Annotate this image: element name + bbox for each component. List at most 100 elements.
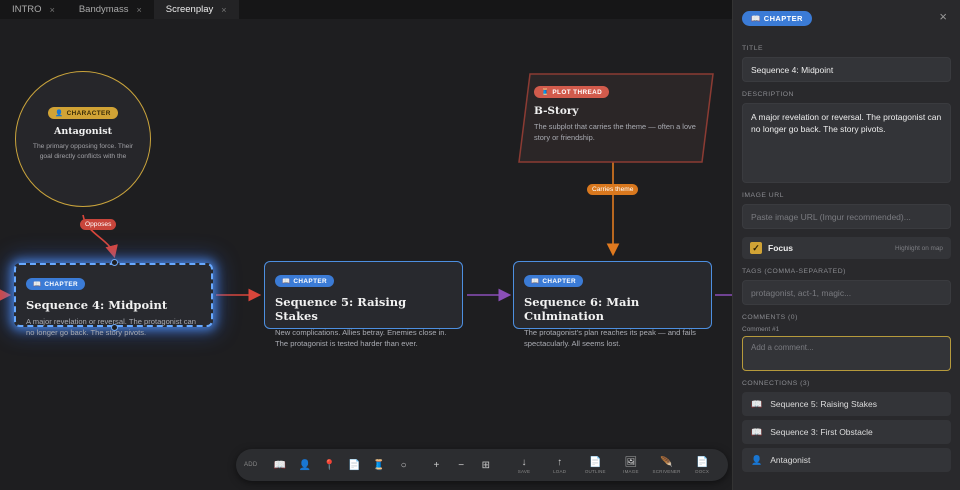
add-character-button[interactable]: 👤: [292, 453, 317, 477]
node-title: Sequence 4: Midpoint: [26, 298, 168, 312]
plus-icon: +: [433, 459, 440, 471]
tab-bandymass[interactable]: Bandymass ×: [67, 0, 154, 19]
node-b-story[interactable]: 🧵 PLOT THREAD B-Story The subplot that c…: [518, 73, 714, 163]
person-icon: 👤: [55, 110, 64, 117]
thread-icon: 🧵: [372, 459, 386, 471]
badge-label: CHAPTER: [542, 277, 577, 285]
close-icon[interactable]: ×: [221, 5, 226, 15]
close-icon[interactable]: ×: [136, 5, 141, 15]
scrivener-label: SCRIVENER: [652, 468, 681, 474]
image-export-button[interactable]: 🖼 IMAGE: [613, 453, 649, 477]
panel-header: 📖 CHAPTER ×: [742, 0, 951, 36]
story-map-canvas[interactable]: Opposes Carries theme 👤 CHARACTER Antago…: [0, 19, 732, 490]
add-plot-thread-button[interactable]: 🧵: [367, 453, 392, 477]
close-icon[interactable]: ×: [50, 5, 55, 15]
upload-icon: ↑: [557, 456, 563, 468]
connection-handle-top[interactable]: [111, 259, 118, 266]
circle-icon: ○: [400, 459, 407, 471]
node-sequence-5[interactable]: 📖 CHAPTER Sequence 5: Raising Stakes New…: [264, 261, 463, 348]
comment-input[interactable]: Add a comment...: [742, 336, 951, 371]
node-title: Sequence 5: Raising Stakes: [275, 295, 407, 323]
description-label: DESCRIPTION: [742, 91, 794, 98]
quill-icon: 🪶: [660, 456, 673, 468]
title-label: TITLE: [742, 45, 764, 52]
connection-label: Antagonist: [770, 455, 811, 465]
character-badge: 👤 CHARACTER: [48, 107, 118, 119]
save-label: SAVE: [517, 468, 531, 474]
download-icon: ↓: [521, 456, 527, 468]
image-label: IMAGE: [623, 468, 639, 474]
outline-button[interactable]: 📄 OUTLINE: [577, 453, 613, 477]
book-icon: 📖: [751, 398, 763, 409]
add-circle-button[interactable]: ○: [391, 453, 416, 477]
connection-item[interactable]: 👤 Antagonist: [742, 448, 951, 472]
tab-intro[interactable]: INTRO ×: [0, 0, 67, 19]
load-label: LOAD: [553, 468, 567, 474]
zoom-in-button[interactable]: +: [424, 453, 449, 477]
panel-type-badge: 📖 CHAPTER: [742, 10, 812, 26]
tab-screenplay[interactable]: Screenplay ×: [153, 0, 239, 19]
node-description: The subplot that carries the theme — oft…: [534, 122, 696, 142]
tab-label: Screenplay: [165, 4, 214, 15]
image-url-input[interactable]: Paste image URL (Imgur recommended)...: [742, 204, 951, 229]
badge-label: CHAPTER: [293, 277, 328, 285]
book-icon: 📖: [751, 426, 763, 437]
document-icon: 📄: [589, 456, 602, 468]
book-icon: 📖: [273, 459, 287, 471]
book-icon: 📖: [282, 278, 291, 285]
thread-icon: 🧵: [541, 89, 550, 96]
connection-label: Sequence 3: First Obstacle: [770, 427, 873, 437]
connection-item[interactable]: 📖 Sequence 5: Raising Stakes: [742, 392, 951, 416]
add-label: ADD: [244, 462, 258, 468]
plot-thread-badge: 🧵 PLOT THREAD: [534, 86, 610, 98]
title-input[interactable]: Sequence 4: Midpoint: [742, 57, 951, 82]
person-icon: 👤: [298, 459, 311, 471]
edge-label-carries-theme: Carries theme: [587, 184, 639, 195]
docx-export-button[interactable]: 📄 DOCX: [684, 453, 720, 477]
load-button[interactable]: ↑ LOAD: [542, 453, 578, 477]
connection-handle-bottom[interactable]: [111, 324, 118, 331]
badge-label: PLOT THREAD: [552, 88, 603, 96]
fit-view-button[interactable]: ⊞: [474, 453, 499, 477]
node-description: New complications. Allies betray. Enemie…: [275, 328, 447, 348]
scrivener-export-button[interactable]: 🪶 SCRIVENER: [649, 453, 685, 477]
connection-label: Sequence 5: Raising Stakes: [770, 399, 878, 409]
description-textarea[interactable]: A major revelation or reversal. The prot…: [742, 103, 951, 183]
node-sequence-6[interactable]: 📖 CHAPTER Sequence 6: Main Culmination T…: [513, 261, 712, 348]
comment-number: Comment #1: [742, 326, 780, 333]
minus-icon: −: [458, 459, 465, 471]
tab-label: INTRO: [12, 4, 42, 15]
focus-toggle-row[interactable]: ✓ Focus Highlight on map: [742, 237, 951, 259]
chapter-badge: 📖 CHAPTER: [26, 278, 86, 290]
node-description: The primary opposing force. Their goal d…: [32, 143, 134, 160]
tags-input[interactable]: protagonist, act-1, magic...: [742, 280, 951, 305]
book-icon: 📖: [751, 13, 761, 23]
tab-bar: INTRO × Bandymass × Screenplay ×: [0, 0, 732, 19]
image-url-label: IMAGE URL: [742, 192, 784, 199]
docx-label: DOCX: [695, 468, 710, 474]
edge-label-opposes: Opposes: [80, 219, 117, 230]
add-note-button[interactable]: 📄: [342, 453, 367, 477]
node-sequence-4[interactable]: 📖 CHAPTER Sequence 4: Midpoint A major r…: [14, 259, 213, 337]
node-antagonist[interactable]: 👤 CHARACTER Antagonist The primary oppos…: [15, 71, 151, 207]
bottom-toolbar: ADD 📖 👤 📍 📄 🧵 ○ + − ⊞ ↓ SAVE ↑ LOAD 📄 OUTLI…: [236, 449, 728, 481]
connections-label: CONNECTIONS (3): [742, 380, 810, 387]
tags-label: TAGS (COMMA-SEPARATED): [742, 268, 846, 275]
app-root: INTRO × Bandymass × Screenplay × Opposes…: [0, 0, 960, 490]
close-icon[interactable]: ×: [939, 9, 947, 24]
add-location-button[interactable]: 📍: [317, 453, 342, 477]
book-icon: 📖: [531, 278, 540, 285]
add-chapter-button[interactable]: 📖: [268, 453, 293, 477]
person-icon: 👤: [751, 454, 763, 465]
node-title: Sequence 6: Main Culmination: [524, 295, 640, 323]
chapter-badge: 📖 CHAPTER: [524, 275, 584, 287]
badge-label: CHARACTER: [66, 109, 111, 117]
save-button[interactable]: ↓ SAVE: [506, 453, 542, 477]
book-icon: 📖: [33, 281, 42, 288]
badge-label: CHAPTER: [763, 13, 803, 23]
focus-label: Focus: [768, 243, 794, 253]
focus-checkbox[interactable]: ✓: [750, 242, 762, 254]
zoom-out-button[interactable]: −: [449, 453, 474, 477]
connection-item[interactable]: 📖 Sequence 3: First Obstacle: [742, 420, 951, 444]
grid-icon: ⊞: [481, 459, 491, 471]
